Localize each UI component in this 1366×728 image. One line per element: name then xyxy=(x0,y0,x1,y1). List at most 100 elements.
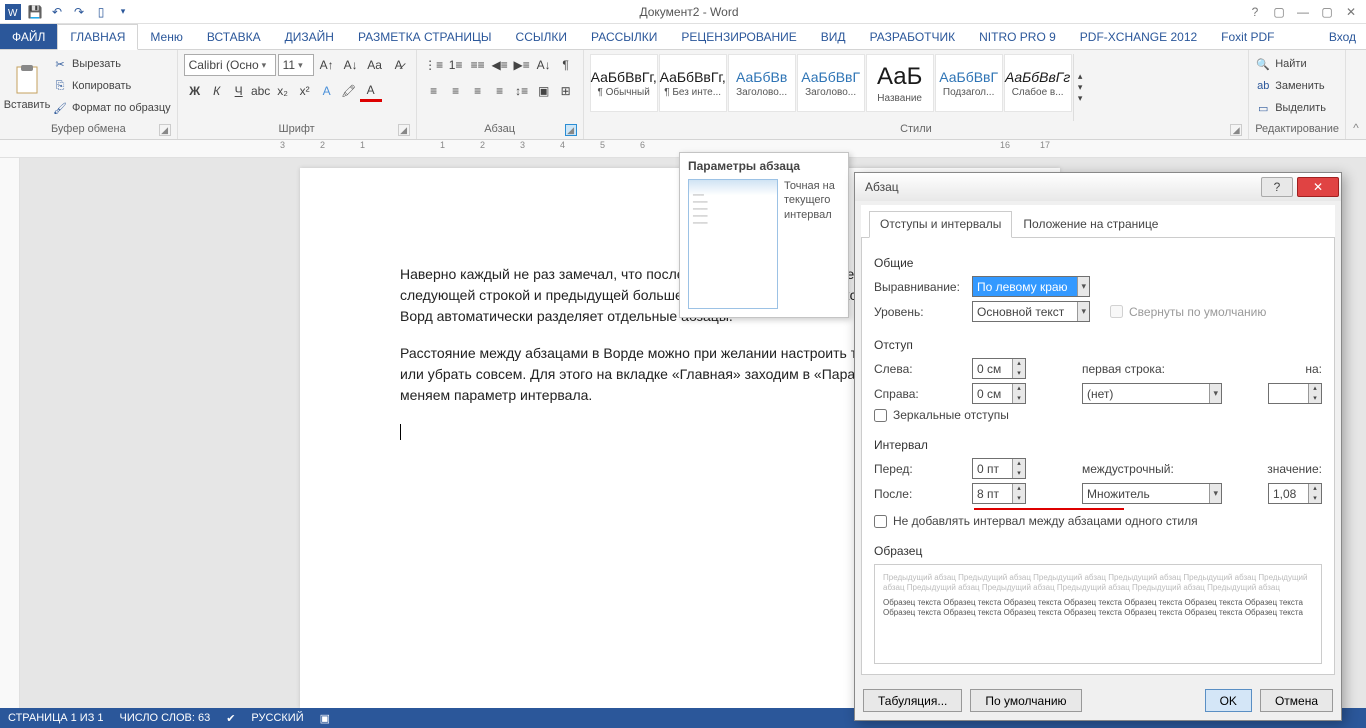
language-status[interactable]: РУССКИЙ xyxy=(251,712,303,724)
linespace-select[interactable]: Множитель▾ xyxy=(1082,483,1222,504)
copy-button[interactable]: ⎘Копировать xyxy=(52,76,171,96)
outdent-icon[interactable]: ◀≡ xyxy=(489,54,511,76)
level-select[interactable]: Основной текст▾ xyxy=(972,301,1090,322)
style-subtle[interactable]: АаБбВвГгСлабое в... xyxy=(1004,54,1072,112)
cut-button[interactable]: ✂Вырезать xyxy=(52,54,171,74)
minimize-icon[interactable]: — xyxy=(1294,5,1312,19)
help-icon[interactable]: ? xyxy=(1246,5,1264,19)
redo-icon[interactable]: ↷ xyxy=(70,3,88,21)
text-effects-icon[interactable]: A xyxy=(316,80,338,102)
italic-icon[interactable]: К xyxy=(206,80,228,102)
tab-nitro[interactable]: NITRO PRO 9 xyxy=(967,24,1068,49)
indent-icon[interactable]: ▶≡ xyxy=(511,54,533,76)
close-icon[interactable]: ✕ xyxy=(1342,5,1360,19)
cancel-button[interactable]: Отмена xyxy=(1260,689,1333,712)
before-spinner[interactable]: 0 пт xyxy=(972,458,1026,479)
page-status[interactable]: СТРАНИЦА 1 ИЗ 1 xyxy=(8,712,104,724)
style-normal[interactable]: АаБбВвГг,¶ Обычный xyxy=(590,54,658,112)
word-count[interactable]: ЧИСЛО СЛОВ: 63 xyxy=(120,712,211,724)
styles-gallery[interactable]: АаБбВвГг,¶ Обычный АаБбВвГг,¶ Без инте..… xyxy=(590,54,1243,121)
firstline-select[interactable]: (нет)▾ xyxy=(1082,383,1222,404)
new-doc-icon[interactable]: ▯ xyxy=(92,3,110,21)
mirror-checkbox[interactable] xyxy=(874,409,887,422)
tab-file[interactable]: ФАЙЛ xyxy=(0,24,57,49)
nosame-checkbox[interactable] xyxy=(874,515,887,528)
style-heading2[interactable]: АаБбВвГЗаголово... xyxy=(797,54,865,112)
ok-button[interactable]: OK xyxy=(1205,689,1252,712)
align-left-icon[interactable]: ≡ xyxy=(423,80,445,102)
maximize-icon[interactable]: ▢ xyxy=(1318,5,1336,19)
launcher-icon[interactable]: ◢ xyxy=(398,124,410,136)
replace-button[interactable]: abЗаменить xyxy=(1255,76,1326,96)
tab-design[interactable]: ДИЗАЙН xyxy=(273,24,346,49)
tab-layout[interactable]: РАЗМЕТКА СТРАНИЦЫ xyxy=(346,24,504,49)
bullets-icon[interactable]: ⋮≡ xyxy=(423,54,445,76)
align-center-icon[interactable]: ≡ xyxy=(445,80,467,102)
after-spinner[interactable]: 8 пт xyxy=(972,483,1026,504)
at-spinner[interactable]: 1,08 xyxy=(1268,483,1322,504)
shading-icon[interactable]: ▣ xyxy=(533,80,555,102)
tab-review[interactable]: РЕЦЕНЗИРОВАНИЕ xyxy=(669,24,808,49)
left-indent-spinner[interactable]: 0 см xyxy=(972,358,1026,379)
tab-references[interactable]: ССЫЛКИ xyxy=(504,24,579,49)
dialog-tab-position[interactable]: Положение на странице xyxy=(1012,211,1169,237)
dialog-help-icon[interactable]: ? xyxy=(1261,177,1293,197)
tab-menu[interactable]: Меню xyxy=(138,24,194,49)
strike-icon[interactable]: abc xyxy=(250,80,272,102)
font-size-combo[interactable]: 11▾ xyxy=(278,54,314,76)
multilevel-icon[interactable]: ≡≡ xyxy=(467,54,489,76)
dialog-close-icon[interactable]: ✕ xyxy=(1297,177,1339,197)
format-painter-button[interactable]: 🖌Формат по образцу xyxy=(52,98,171,118)
tab-pdfxchange[interactable]: PDF-XCHANGE 2012 xyxy=(1068,24,1209,49)
grow-font-icon[interactable]: A↑ xyxy=(316,54,338,76)
tab-insert[interactable]: ВСТАВКА xyxy=(195,24,273,49)
style-subtitle[interactable]: АаБбВвГПодзагол... xyxy=(935,54,1003,112)
justify-icon[interactable]: ≡ xyxy=(489,80,511,102)
showhide-icon[interactable]: ¶ xyxy=(555,54,577,76)
find-button[interactable]: 🔍Найти xyxy=(1255,54,1326,74)
font-name-combo[interactable]: Calibri (Осно▾ xyxy=(184,54,276,76)
select-button[interactable]: ▭Выделить xyxy=(1255,98,1326,118)
borders-icon[interactable]: ⊞ xyxy=(555,80,577,102)
paste-button[interactable]: Вставить xyxy=(6,54,48,121)
tab-foxit[interactable]: Foxit PDF xyxy=(1209,24,1286,49)
align-select[interactable]: По левому краю▾ xyxy=(972,276,1090,297)
launcher-icon[interactable]: ◢ xyxy=(1230,124,1242,136)
firstline-by-spinner[interactable] xyxy=(1268,383,1322,404)
highlight-icon[interactable]: 🖍 xyxy=(338,80,360,102)
ribbon-options-icon[interactable]: ▢ xyxy=(1270,5,1288,19)
right-indent-spinner[interactable]: 0 см xyxy=(972,383,1026,404)
paragraph-launcher-icon[interactable]: ◢ xyxy=(565,124,577,136)
macro-icon[interactable]: ▣ xyxy=(320,712,330,725)
align-right-icon[interactable]: ≡ xyxy=(467,80,489,102)
line-spacing-icon[interactable]: ↕≡ xyxy=(511,80,533,102)
superscript-icon[interactable]: x² xyxy=(294,80,316,102)
change-case-icon[interactable]: Aa xyxy=(364,54,386,76)
tabs-button[interactable]: Табуляция... xyxy=(863,689,962,712)
dialog-tab-indents[interactable]: Отступы и интервалы xyxy=(869,211,1012,238)
subscript-icon[interactable]: x₂ xyxy=(272,80,294,102)
clear-format-icon[interactable]: A̷ xyxy=(388,54,410,76)
tab-mailings[interactable]: РАССЫЛКИ xyxy=(579,24,669,49)
numbering-icon[interactable]: 1≡ xyxy=(445,54,467,76)
font-color-icon[interactable]: A xyxy=(360,80,382,102)
tab-home[interactable]: ГЛАВНАЯ xyxy=(57,24,138,50)
default-button[interactable]: По умолчанию xyxy=(970,689,1081,712)
sort-icon[interactable]: A↓ xyxy=(533,54,555,76)
vertical-ruler[interactable] xyxy=(0,158,20,708)
tab-view[interactable]: ВИД xyxy=(809,24,858,49)
collapse-ribbon-icon[interactable]: ^ xyxy=(1346,50,1366,139)
style-title[interactable]: АаБНазвание xyxy=(866,54,934,112)
shrink-font-icon[interactable]: A↓ xyxy=(340,54,362,76)
underline-icon[interactable]: Ч xyxy=(228,80,250,102)
undo-icon[interactable]: ↶ xyxy=(48,3,66,21)
qat-customize-icon[interactable]: ▾ xyxy=(114,3,132,21)
bold-icon[interactable]: Ж xyxy=(184,80,206,102)
styles-more-icon[interactable]: ▴▾▾ xyxy=(1073,54,1087,121)
tab-developer[interactable]: РАЗРАБОТЧИК xyxy=(858,24,968,49)
proofing-icon[interactable]: ✔ xyxy=(226,712,235,725)
style-nospacing[interactable]: АаБбВвГг,¶ Без инте... xyxy=(659,54,727,112)
save-icon[interactable]: 💾 xyxy=(26,3,44,21)
style-heading1[interactable]: АаБбВвЗаголово... xyxy=(728,54,796,112)
login-link[interactable]: Вход xyxy=(1319,24,1366,49)
